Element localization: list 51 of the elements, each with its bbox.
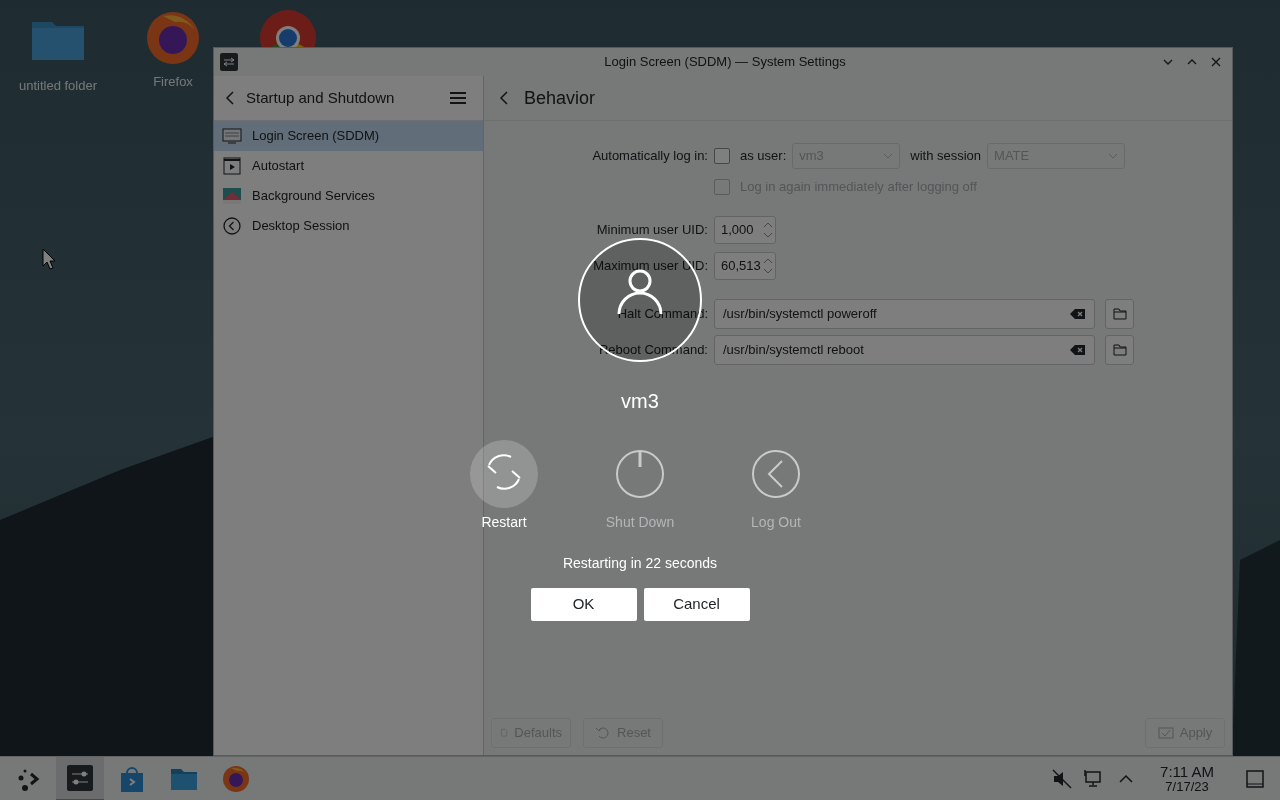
session-icon (222, 216, 242, 236)
clear-icon[interactable] (1070, 308, 1086, 320)
field-label: Minimum user UID: (595, 221, 708, 240)
folder-icon (1112, 344, 1127, 356)
app-icon (220, 53, 238, 71)
countdown-message: Restarting in 22 seconds (562, 554, 718, 573)
user-name: vm3 (621, 389, 659, 414)
menu-icon[interactable] (449, 90, 467, 106)
logout-action[interactable]: Log Out (742, 440, 810, 533)
reset-icon (595, 725, 611, 741)
services-icon (222, 186, 242, 206)
sidebar-item[interactable]: Autostart (214, 151, 483, 181)
spin-arrows-icon[interactable] (763, 256, 773, 276)
play-icon (222, 156, 242, 176)
field-label: Automatically log in: (591, 147, 708, 166)
taskbar-app[interactable] (56, 756, 104, 800)
clear-icon[interactable] (1070, 344, 1086, 356)
autologin-checkbox[interactable] (714, 148, 730, 164)
page-title: Behavior (524, 86, 596, 110)
logout-icon (750, 448, 802, 500)
spin-arrows-icon[interactable] (763, 220, 773, 240)
spin-box[interactable]: 1,000 (714, 216, 776, 244)
window-title: Login Screen (SDDM) — System Settings (603, 53, 847, 72)
close-icon[interactable] (1210, 56, 1222, 68)
command-field[interactable]: /usr/bin/systemctl reboot (714, 335, 1095, 365)
spin-box[interactable]: 60,513 (714, 252, 776, 280)
screen-icon (222, 126, 242, 146)
dialog-button[interactable]: OK (530, 588, 637, 621)
folder-icon (1112, 308, 1127, 320)
show-desktop-icon[interactable] (1246, 769, 1264, 788)
apply-icon (1157, 725, 1174, 741)
command-field[interactable]: /usr/bin/systemctl poweroff (714, 299, 1095, 329)
field-label: with session (910, 147, 982, 166)
sliders-icon (65, 762, 95, 793)
shutdown-icon (614, 448, 666, 500)
shutdown-action[interactable]: Shut Down (606, 440, 674, 533)
sidebar-item[interactable]: Desktop Session (214, 211, 483, 241)
firefox-icon (221, 763, 251, 794)
sidebar-item[interactable]: Background Services (214, 181, 483, 211)
icon-label[interactable]: Firefox (153, 72, 193, 92)
sidebar-title: Startup and Shutdown (246, 87, 395, 108)
clock[interactable]: 7:11 AM 7/17/23 (1160, 763, 1214, 794)
browse-button[interactable] (1105, 299, 1134, 329)
cursor-icon (42, 248, 56, 270)
sidebar-item[interactable]: Login Screen (SDDM) (214, 121, 483, 151)
browse-button[interactable] (1105, 335, 1134, 365)
relogin-checkbox[interactable] (714, 179, 730, 195)
speaker-muted-icon[interactable] (1052, 768, 1073, 789)
icon-label[interactable]: untitled folder (18, 76, 98, 96)
field-label: as user: (740, 147, 787, 166)
dialog-button[interactable]: Cancel (643, 588, 750, 621)
